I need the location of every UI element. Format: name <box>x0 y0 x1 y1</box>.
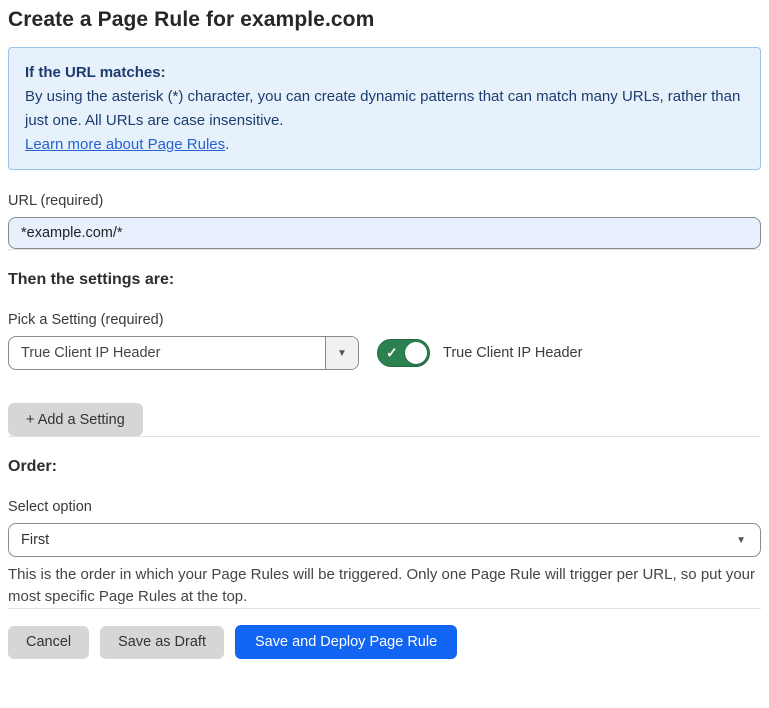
order-select[interactable]: First ▼ <box>8 523 761 557</box>
page-rule-form: Create a Page Rule for example.com If th… <box>0 0 769 659</box>
divider <box>8 436 761 437</box>
url-input[interactable] <box>8 217 761 249</box>
check-icon: ✓ <box>386 346 398 360</box>
info-box-heading: If the URL matches: <box>25 61 744 85</box>
toggle-knob <box>405 342 427 364</box>
setting-select-value: True Client IP Header <box>9 337 325 369</box>
order-section-heading: Order: <box>8 458 761 476</box>
page-title: Create a Page Rule for example.com <box>8 8 761 32</box>
add-setting-button[interactable]: + Add a Setting <box>8 403 143 436</box>
cancel-button[interactable]: Cancel <box>8 626 89 659</box>
link-suffix: . <box>225 136 229 153</box>
toggle-label: True Client IP Header <box>443 345 582 361</box>
learn-more-link[interactable]: Learn more about Page Rules <box>25 136 225 153</box>
chevron-down-icon: ▼ <box>337 348 347 359</box>
divider <box>8 249 761 250</box>
info-box-body: By using the asterisk (*) character, you… <box>25 85 744 133</box>
order-select-label: Select option <box>8 499 761 515</box>
url-match-info-box: If the URL matches: By using the asteris… <box>8 47 761 170</box>
url-field-label: URL (required) <box>8 193 761 209</box>
setting-row: True Client IP Header ▼ ✓ True Client IP… <box>8 336 761 370</box>
order-help-text: This is the order in which your Page Rul… <box>8 564 761 608</box>
divider <box>8 608 761 609</box>
save-and-deploy-button[interactable]: Save and Deploy Page Rule <box>235 625 457 659</box>
order-select-value: First <box>21 532 49 548</box>
pick-setting-label: Pick a Setting (required) <box>8 312 761 328</box>
save-as-draft-button[interactable]: Save as Draft <box>100 626 224 659</box>
chevron-down-icon: ▼ <box>736 535 746 546</box>
footer-actions: Cancel Save as Draft Save and Deploy Pag… <box>8 625 761 659</box>
setting-select-arrow-button[interactable]: ▼ <box>325 337 358 369</box>
setting-select[interactable]: True Client IP Header ▼ <box>8 336 359 370</box>
info-box-link-line: Learn more about Page Rules. <box>25 133 744 157</box>
true-client-ip-toggle[interactable]: ✓ <box>377 339 430 367</box>
settings-section-heading: Then the settings are: <box>8 271 761 289</box>
